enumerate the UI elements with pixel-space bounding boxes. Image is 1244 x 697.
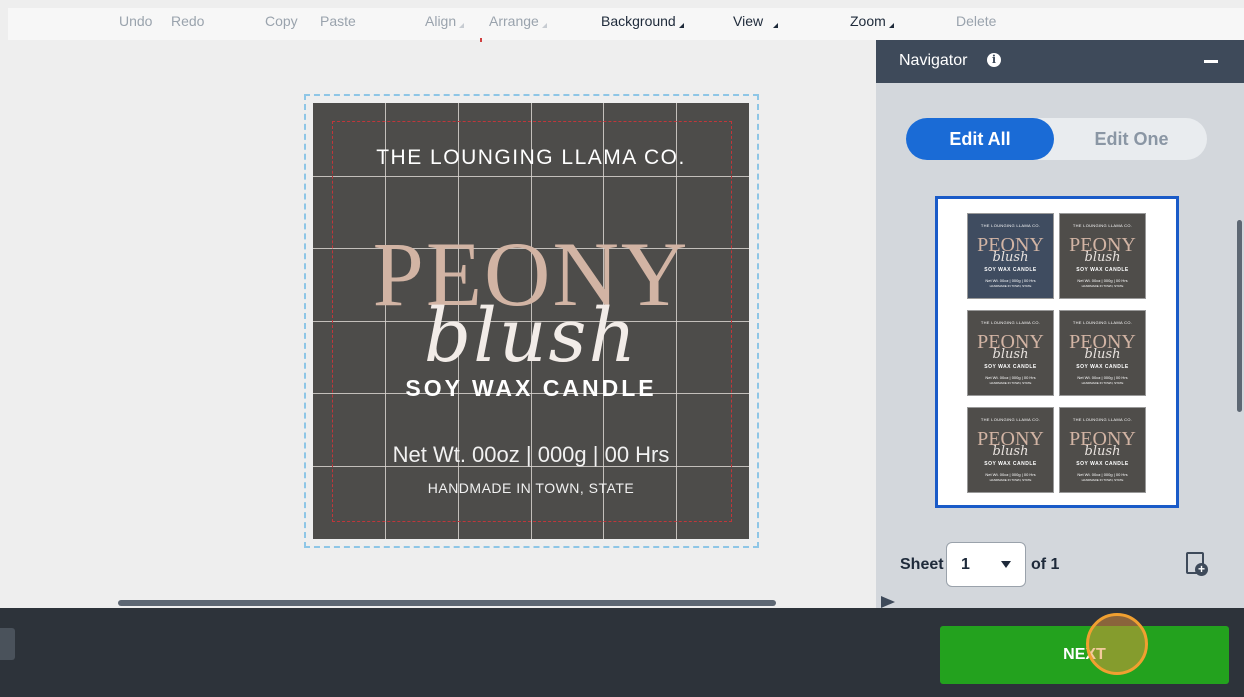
thumbnail-product-text: SOY WAX CANDLE bbox=[984, 461, 1037, 467]
thumbnail-location-text: HANDMADE IN TOWN, STATE bbox=[1081, 478, 1124, 482]
sheet-label: Sheet bbox=[900, 556, 944, 573]
toolbar: Undo Redo Copy Paste Align Arrange Backg… bbox=[8, 8, 1244, 40]
paste-button[interactable]: Paste bbox=[320, 12, 356, 30]
add-sheet-icon[interactable]: + bbox=[1186, 552, 1208, 576]
thumbnail-script-text: blush bbox=[1084, 250, 1121, 265]
thumbnail-product-text: SOY WAX CANDLE bbox=[984, 364, 1037, 370]
thumbnail-location-text: HANDMADE IN TOWN, STATE bbox=[1081, 381, 1124, 385]
view-label: View bbox=[733, 13, 764, 29]
thumbnail-script-text: blush bbox=[992, 444, 1029, 459]
thumbnail-weight-text: Net Wt. 00oz | 000g | 00 Hrs bbox=[1077, 278, 1128, 283]
panel-corner-icon bbox=[881, 596, 895, 608]
thumbnail-location-text: HANDMADE IN TOWN, STATE bbox=[989, 284, 1032, 288]
navigator-title: Navigator bbox=[899, 52, 968, 69]
dropdown-corner-icon bbox=[459, 23, 465, 28]
thumbnail-location-text: HANDMADE IN TOWN, STATE bbox=[989, 478, 1032, 482]
arrange-button[interactable]: Arrange bbox=[489, 12, 547, 30]
redo-button[interactable]: Redo bbox=[171, 12, 204, 30]
thumbnail-product-text: SOY WAX CANDLE bbox=[1076, 364, 1129, 370]
thumbnail-script-text: blush bbox=[992, 347, 1029, 362]
arrange-label: Arrange bbox=[489, 13, 539, 29]
label-weight-text[interactable]: Net Wt. 00oz | 000g | 00 Hrs bbox=[313, 442, 749, 468]
align-button[interactable]: Align bbox=[425, 12, 465, 30]
thumbnail-location-text: HANDMADE IN TOWN, STATE bbox=[1081, 284, 1124, 288]
candle-label[interactable]: THE LOUNGING LLAMA CO. PEONY blush SOY W… bbox=[313, 103, 749, 539]
thumbnail-brand-text: THE LOUNGING LLAMA CO. bbox=[1072, 320, 1133, 325]
navigator-panel: Navigator i Edit All Edit One THE LOUNGI… bbox=[876, 40, 1244, 608]
background-label: Background bbox=[601, 13, 676, 29]
click-indicator bbox=[1086, 613, 1148, 675]
thumbnail-product-text: SOY WAX CANDLE bbox=[1076, 461, 1129, 467]
label-brand-text[interactable]: THE LOUNGING LLAMA CO. bbox=[313, 146, 749, 170]
dropdown-corner-icon bbox=[888, 23, 894, 28]
thumbnail-brand-text: THE LOUNGING LLAMA CO. bbox=[980, 320, 1041, 325]
footer-handle[interactable] bbox=[0, 628, 15, 660]
horizontal-scrollbar[interactable] bbox=[118, 600, 776, 606]
chevron-down-icon bbox=[1001, 561, 1011, 568]
sheet-thumbnail-label[interactable]: THE LOUNGING LLAMA CO. PEONY blush SOY WAX … bbox=[967, 213, 1054, 299]
label-product-text[interactable]: SOY WAX CANDLE bbox=[313, 375, 749, 402]
thumbnail-product-text: SOY WAX CANDLE bbox=[984, 267, 1037, 273]
thumbnail-brand-text: THE LOUNGING LLAMA CO. bbox=[980, 223, 1041, 228]
sheet-thumbnail-label[interactable]: THE LOUNGING LLAMA CO. PEONY blush SOY WAX … bbox=[1059, 407, 1146, 493]
dropdown-corner-icon bbox=[773, 23, 779, 28]
sheet-thumbnail-label[interactable]: THE LOUNGING LLAMA CO. PEONY blush SOY WAX … bbox=[1059, 213, 1146, 299]
align-label: Align bbox=[425, 13, 457, 29]
next-button[interactable]: NEXT bbox=[940, 626, 1229, 684]
zoom-button[interactable]: Zoom bbox=[850, 12, 894, 30]
thumbnail-weight-text: Net Wt. 00oz | 000g | 00 Hrs bbox=[985, 278, 1036, 283]
minimize-icon[interactable] bbox=[1204, 60, 1218, 63]
vertical-scrollbar[interactable] bbox=[1237, 220, 1242, 412]
edit-all-button[interactable]: Edit All bbox=[906, 118, 1054, 160]
dropdown-corner-icon bbox=[678, 23, 684, 28]
view-button[interactable]: View bbox=[733, 12, 779, 30]
background-button[interactable]: Background bbox=[601, 12, 684, 30]
copy-button[interactable]: Copy bbox=[265, 12, 298, 30]
thumbnail-script-text: blush bbox=[1084, 444, 1121, 459]
thumbnail-script-text: blush bbox=[1084, 347, 1121, 362]
thumbnail-weight-text: Net Wt. 00oz | 000g | 00 Hrs bbox=[985, 472, 1036, 477]
undo-button[interactable]: Undo bbox=[119, 12, 152, 30]
sheet-select-value: 1 bbox=[961, 556, 970, 573]
edit-mode-toggle: Edit All Edit One bbox=[906, 118, 1207, 160]
thumbnail-brand-text: THE LOUNGING LLAMA CO. bbox=[1072, 417, 1133, 422]
dropdown-corner-icon bbox=[541, 23, 547, 28]
sheet-total-label: of 1 bbox=[1031, 556, 1060, 573]
thumbnail-weight-text: Net Wt. 00oz | 000g | 00 Hrs bbox=[1077, 375, 1128, 380]
thumbnail-weight-text: Net Wt. 00oz | 000g | 00 Hrs bbox=[1077, 472, 1128, 477]
sheet-select[interactable]: 1 bbox=[946, 542, 1026, 587]
thumbnail-brand-text: THE LOUNGING LLAMA CO. bbox=[1072, 223, 1133, 228]
zoom-label: Zoom bbox=[850, 13, 886, 29]
navigator-header: Navigator i bbox=[876, 40, 1244, 83]
info-icon[interactable]: i bbox=[987, 53, 1001, 67]
sheet-thumbnail-label[interactable]: THE LOUNGING LLAMA CO. PEONY blush SOY WAX … bbox=[967, 407, 1054, 493]
sheet-preview[interactable]: THE LOUNGING LLAMA CO. PEONY blush SOY WAX … bbox=[935, 196, 1179, 508]
thumbnail-weight-text: Net Wt. 00oz | 000g | 00 Hrs bbox=[985, 375, 1036, 380]
thumbnail-script-text: blush bbox=[992, 250, 1029, 265]
label-location-text[interactable]: HANDMADE IN TOWN, STATE bbox=[313, 480, 749, 496]
sheet-thumbnail-label[interactable]: THE LOUNGING LLAMA CO. PEONY blush SOY WAX … bbox=[967, 310, 1054, 396]
edit-one-button[interactable]: Edit One bbox=[1056, 118, 1207, 160]
sheet-thumbnail-label[interactable]: THE LOUNGING LLAMA CO. PEONY blush SOY WAX … bbox=[1059, 310, 1146, 396]
label-script-text[interactable]: blush bbox=[313, 293, 749, 379]
thumbnail-location-text: HANDMADE IN TOWN, STATE bbox=[989, 381, 1032, 385]
footer-bar: NEXT bbox=[0, 608, 1244, 697]
thumbnail-product-text: SOY WAX CANDLE bbox=[1076, 267, 1129, 273]
delete-button[interactable]: Delete bbox=[956, 12, 996, 30]
alignment-marker bbox=[480, 38, 482, 42]
thumbnail-brand-text: THE LOUNGING LLAMA CO. bbox=[980, 417, 1041, 422]
